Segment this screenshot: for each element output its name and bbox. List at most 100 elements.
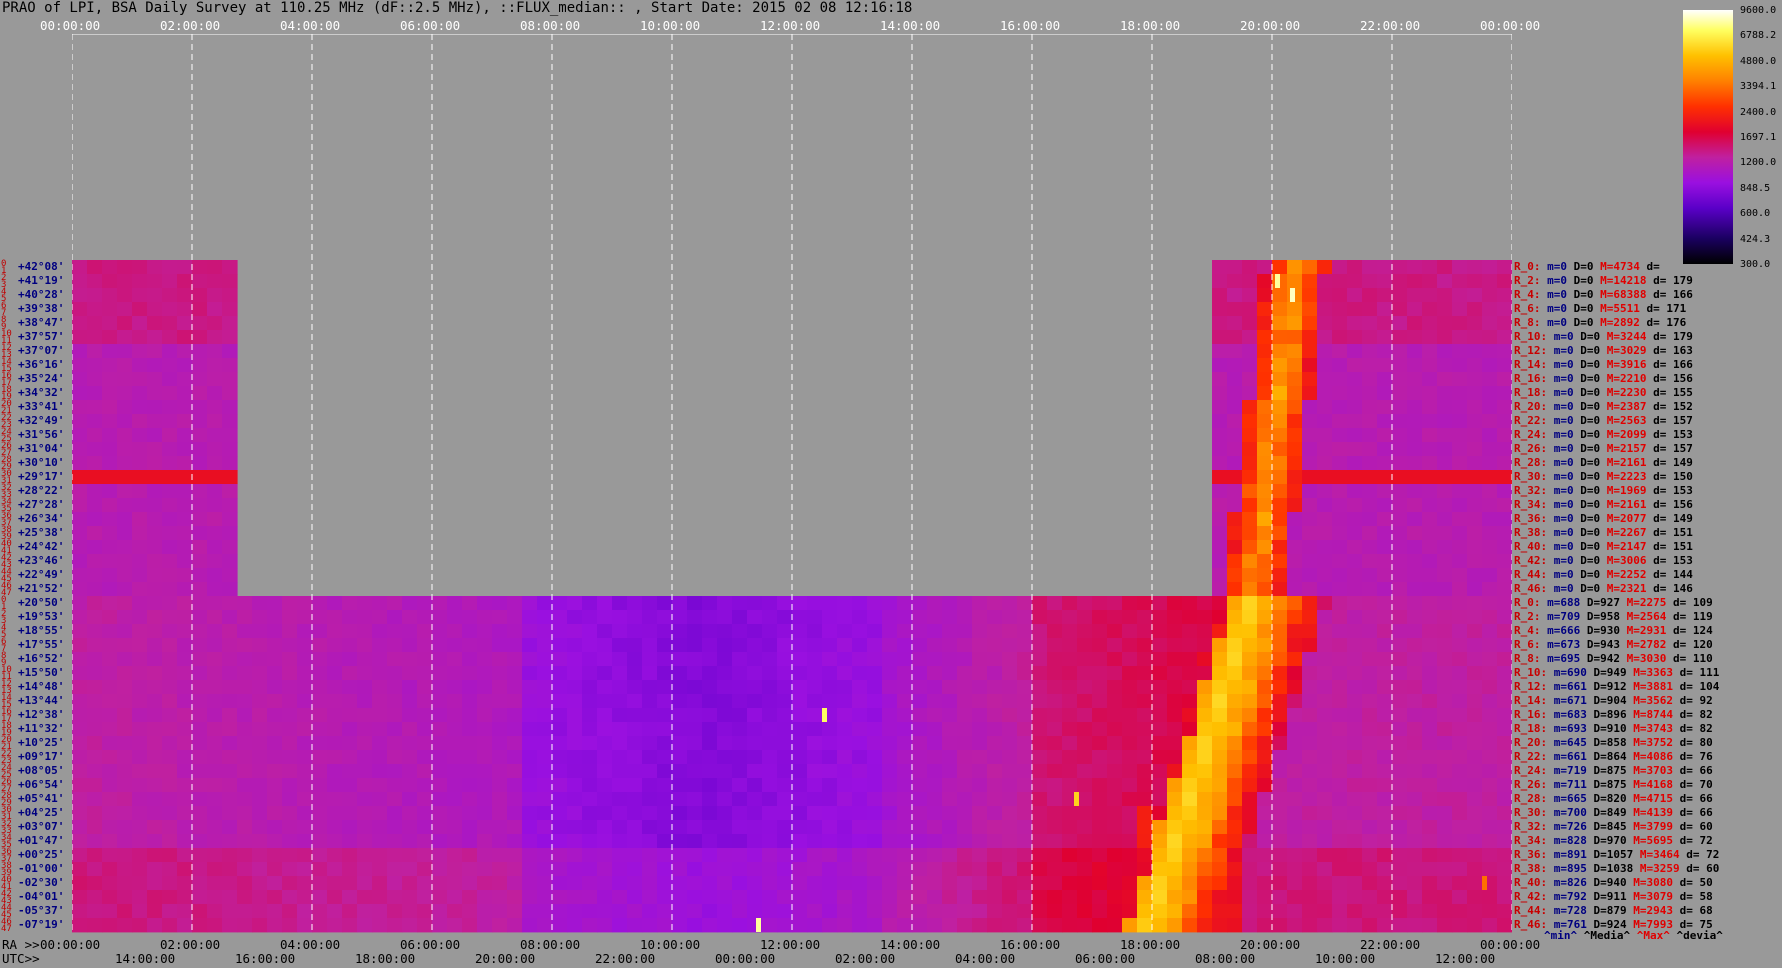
heatmap-cell (732, 834, 748, 849)
heatmap-cell (177, 358, 193, 373)
heatmap-cell (1392, 512, 1408, 527)
heatmap-cell (1302, 820, 1318, 835)
stats-field: R_16: (1514, 372, 1548, 385)
heatmap-cell (1032, 806, 1048, 821)
heatmap-cell (87, 484, 103, 499)
heatmap-cell (552, 708, 568, 723)
stats-field: d= 153 (1646, 554, 1693, 567)
heatmap-cell (1287, 274, 1303, 289)
heatmap-cell (72, 400, 88, 415)
heatmap-cell (162, 624, 178, 639)
heatmap-cell (177, 386, 193, 401)
heatmap-cell (1152, 722, 1168, 737)
heatmap-cell (912, 792, 928, 807)
dec-label: +38°47' (18, 316, 65, 329)
heatmap-cell (1092, 778, 1108, 793)
heatmap-cell (1182, 792, 1198, 807)
heatmap-cell (1227, 806, 1243, 821)
heatmap-cell (732, 848, 748, 863)
heatmap-cell (1122, 848, 1138, 863)
heatmap-cell (1407, 708, 1423, 723)
heatmap-cell (102, 372, 118, 387)
heatmap-cell (1107, 610, 1123, 625)
heatmap-cell (1332, 372, 1348, 387)
heatmap-cell (87, 442, 103, 457)
heatmap-cell (537, 834, 553, 849)
heatmap-cell (1497, 820, 1512, 835)
heatmap-cell (252, 764, 268, 779)
heatmap-cell (222, 722, 238, 737)
heatmap-cell (1062, 862, 1078, 877)
heatmap-cell (1497, 736, 1512, 751)
heatmap-cell (897, 624, 913, 639)
heatmap-cell (1407, 806, 1423, 821)
heatmap-cell (1392, 792, 1408, 807)
heatmap-cell (1452, 834, 1468, 849)
heatmap-cell (1077, 848, 1093, 863)
heatmap-cell (1272, 414, 1288, 429)
heatmap-cell (1122, 666, 1138, 681)
heatmap-cell (1137, 820, 1153, 835)
utc-tick-label: 02:00:00 (835, 951, 896, 966)
heatmap-cell (1092, 638, 1108, 653)
stats-field: M=5695 (1626, 834, 1673, 847)
stats-field: R_0: (1514, 596, 1541, 609)
heatmap-cell (1347, 736, 1363, 751)
heatmap-cell (1197, 764, 1213, 779)
heatmap-cell (1242, 736, 1258, 751)
heatmap-cell (1422, 540, 1438, 555)
heatmap-cell (447, 848, 463, 863)
heatmap-cell (1257, 456, 1273, 471)
heatmap-cell (537, 904, 553, 919)
heatmap-cell (672, 638, 688, 653)
heatmap-cell (342, 890, 358, 905)
heatmap-cell (792, 736, 808, 751)
heatmap-cell (1317, 778, 1333, 793)
heatmap-cell (1257, 358, 1273, 373)
colorbar-gradient (1683, 10, 1733, 264)
heatmap-cell (1227, 372, 1243, 387)
heatmap-cell (1212, 638, 1228, 653)
stats-field: R_42: (1514, 554, 1548, 567)
heatmap-cell (222, 414, 238, 429)
heatmap-cell (417, 806, 433, 821)
heatmap-cell (1347, 554, 1363, 569)
heatmap-cell (1047, 890, 1063, 905)
row-index: 47 (1, 924, 12, 934)
heatmap-cell (1212, 778, 1228, 793)
heatmap-cell (1242, 400, 1258, 415)
heatmap-cell (1437, 386, 1453, 401)
heatmap-cell (1137, 596, 1153, 611)
heatmap-cell (1002, 708, 1018, 723)
heatmap-cell (672, 862, 688, 877)
heatmap-cell (957, 722, 973, 737)
heatmap-cell (1017, 610, 1033, 625)
heatmap-cell (1407, 876, 1423, 891)
heatmap-cell (1467, 274, 1483, 289)
heatmap-cell (1047, 764, 1063, 779)
heatmap-cell (1107, 890, 1123, 905)
heatmap-cell (987, 722, 1003, 737)
heatmap-cell (1407, 344, 1423, 359)
heatmap-cell (777, 708, 793, 723)
heatmap-cell (342, 680, 358, 695)
heatmap-cell (1227, 400, 1243, 415)
heatmap-cell (387, 764, 403, 779)
heatmap-cell (1272, 372, 1288, 387)
heatmap-cell (1482, 442, 1498, 457)
top-time-tick: 06:00:00 (400, 18, 461, 33)
heatmap-cell (1467, 834, 1483, 849)
heatmap-cell (1242, 470, 1258, 485)
heatmap-cell (777, 876, 793, 891)
heatmap-cell (522, 820, 538, 835)
heatmap-cell (1407, 386, 1423, 401)
heatmap-cell (1482, 624, 1498, 639)
heatmap-cell (1392, 400, 1408, 415)
heatmap-cell (942, 666, 958, 681)
heatmap-cell (1212, 386, 1228, 401)
heatmap-cell (612, 918, 628, 933)
heatmap-cell (1287, 582, 1303, 597)
heatmap-cell (1302, 708, 1318, 723)
stats-field: M=2275 (1620, 596, 1667, 609)
heatmap-cell (192, 876, 208, 891)
